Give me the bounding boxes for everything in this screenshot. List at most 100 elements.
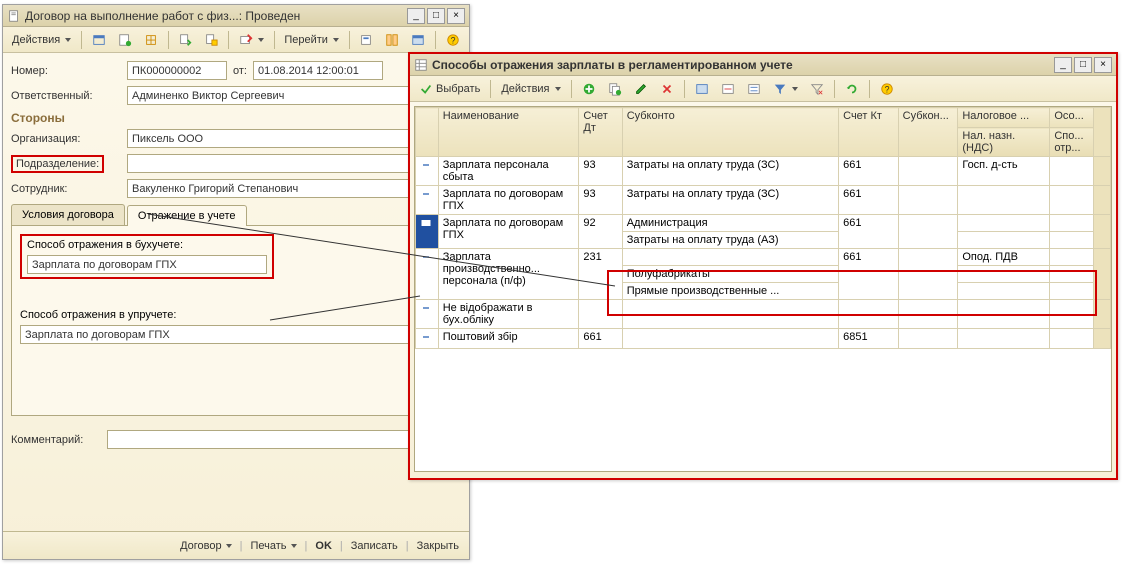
close-button-2[interactable]: × (1094, 57, 1112, 73)
scrollbar-gutter[interactable] (1093, 215, 1110, 249)
tb-icon-7[interactable] (354, 30, 378, 50)
tb2-icon-5[interactable] (690, 79, 714, 99)
method-bu-label: Способ отражения в бухучете: (27, 239, 267, 251)
cell-oso (1050, 249, 1093, 266)
maximize-button-2[interactable]: □ (1074, 57, 1092, 73)
cell-tax (958, 186, 1050, 215)
scrollbar-gutter[interactable] (1093, 300, 1110, 329)
scrollbar-gutter[interactable] (1093, 329, 1110, 349)
col-subconto[interactable]: Субконто (622, 108, 838, 157)
cell-subk (898, 300, 958, 329)
minimize-button[interactable]: _ (407, 8, 425, 24)
form-content: Номер: ПК000000002 от: 01.08.2014 12:00:… (3, 53, 469, 463)
scrollbar-gutter[interactable] (1093, 157, 1110, 186)
help-icon-2[interactable]: ? (875, 79, 899, 99)
clear-filter-icon[interactable] (805, 79, 829, 99)
copy-icon[interactable] (603, 79, 627, 99)
method-bu-field[interactable]: Зарплата по договорам ГПХ (27, 255, 267, 274)
tb-icon-9[interactable] (406, 30, 430, 50)
tb-icon-6[interactable] (234, 30, 269, 50)
cell-name: Зарплата персонала сбыта (438, 157, 579, 186)
tb-icon-8[interactable] (380, 30, 404, 50)
select-button[interactable]: Выбрать (414, 79, 485, 99)
table-row[interactable]: Зарплата производственно... персонала (п… (416, 249, 1111, 266)
table-row[interactable]: Зарплата по договорам ГПХ92Администрация… (416, 215, 1111, 232)
cell-oso (1050, 157, 1093, 186)
tb-icon-1[interactable] (87, 30, 111, 50)
col-spo[interactable]: Спо... отр... (1050, 128, 1093, 157)
tab-contract-terms[interactable]: Условия договора (11, 204, 125, 225)
cell-oso (1050, 329, 1093, 349)
tab-accounting[interactable]: Отражение в учете (127, 205, 247, 226)
scrollbar-gutter[interactable] (1093, 186, 1110, 215)
add-icon[interactable] (577, 79, 601, 99)
bottom-bar: Договор | Печать | OK | Записать | Закры… (3, 531, 469, 559)
goto-menu[interactable]: Перейти (279, 30, 344, 50)
cell-tax (958, 283, 1050, 300)
cell-subconto (622, 249, 838, 266)
print-button[interactable]: Печать (246, 538, 300, 554)
titlebar[interactable]: Договор на выполнение работ с физ...: Пр… (3, 5, 469, 27)
cell-name: Зарплата по договорам ГПХ (438, 215, 579, 249)
minimize-button-2[interactable]: _ (1054, 57, 1072, 73)
number-field[interactable]: ПК000000002 (127, 61, 227, 80)
chevron-down-icon (333, 38, 339, 42)
col-acc-dt[interactable]: Счет Дт (579, 108, 622, 157)
cell-oso (1050, 215, 1093, 232)
col-nal-nazn[interactable]: Нал. назн. (НДС) (958, 128, 1050, 157)
cell-subk (898, 186, 958, 215)
tb2-icon-6[interactable] (716, 79, 740, 99)
cell-subconto (622, 300, 838, 329)
tb-icon-3[interactable] (139, 30, 163, 50)
dept-label: Подразделение: (11, 158, 121, 170)
row-marker-icon (416, 249, 439, 300)
help-icon[interactable]: ? (441, 30, 465, 50)
method-upr-field[interactable]: Зарплата по договорам ГПХ (20, 325, 460, 344)
ok-button[interactable]: OK (311, 538, 336, 554)
cell-subconto: Затраты на оплату труда (ЗС) (622, 186, 838, 215)
col-acc-kt[interactable]: Счет Кт (839, 108, 899, 157)
actions-menu-2[interactable]: Действия (496, 79, 565, 99)
cell-tax: Госп. д-сть (958, 157, 1050, 186)
cell-subconto (622, 329, 838, 349)
row-marker-icon (416, 157, 439, 186)
close-button-bottom[interactable]: Закрыть (413, 538, 463, 554)
tb-icon-5[interactable] (199, 30, 223, 50)
tb-icon-4[interactable] (173, 30, 197, 50)
cell-subk (898, 329, 958, 349)
col-tax[interactable]: Налоговое ... (958, 108, 1050, 128)
cell-oso (1050, 283, 1093, 300)
tb-icon-2[interactable] (113, 30, 137, 50)
table-row[interactable]: Зарплата персонала сбыта93Затраты на опл… (416, 157, 1111, 186)
filter-icon[interactable] (768, 79, 803, 99)
col-subkon[interactable]: Субкон... (898, 108, 958, 157)
refresh-icon[interactable] (840, 79, 864, 99)
delete-icon[interactable] (655, 79, 679, 99)
table-row[interactable]: Поштовий збір6616851 (416, 329, 1111, 349)
methods-window: Способы отражения зарплаты в регламентир… (408, 52, 1118, 480)
maximize-button[interactable]: □ (427, 8, 445, 24)
from-label: от: (233, 65, 247, 77)
actions-menu[interactable]: Действия (7, 30, 76, 50)
cell-subconto: Затраты на оплату труда (ЗС) (622, 157, 838, 186)
titlebar-2[interactable]: Способы отражения зарплаты в регламентир… (410, 54, 1116, 76)
contract-button[interactable]: Договор (176, 538, 236, 554)
table-row[interactable]: Не відображати в бух.обліку (416, 300, 1111, 329)
org-label: Организация: (11, 133, 121, 145)
date-field[interactable]: 01.08.2014 12:00:01 (253, 61, 383, 80)
row-marker-icon (416, 329, 439, 349)
col-oso[interactable]: Осо... (1050, 108, 1093, 128)
tb2-icon-7[interactable] (742, 79, 766, 99)
cell-tax (958, 232, 1050, 249)
sides-title: Стороны (11, 111, 461, 125)
col-name[interactable]: Наименование (438, 108, 579, 157)
edit-icon[interactable] (629, 79, 653, 99)
save-button[interactable]: Записать (347, 538, 402, 554)
cell-tax (958, 300, 1050, 329)
close-button[interactable]: × (447, 8, 465, 24)
data-grid[interactable]: Наименование Счет Дт Субконто Счет Кт Су… (414, 106, 1112, 472)
cell-oso (1050, 266, 1093, 283)
scrollbar-gutter[interactable] (1093, 249, 1110, 300)
cell-tax: Опод. ПДВ (958, 249, 1050, 266)
table-row[interactable]: Зарплата по договорам ГПХ93Затраты на оп… (416, 186, 1111, 215)
